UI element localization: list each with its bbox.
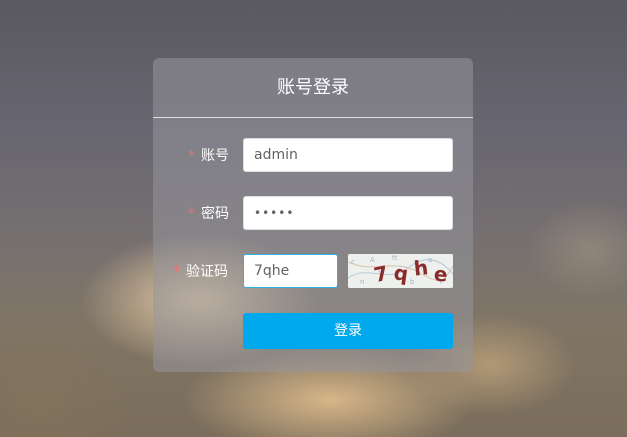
login-button[interactable]: 登录 (243, 313, 453, 349)
required-mark: * (188, 206, 195, 222)
account-input[interactable]: admin (243, 138, 453, 172)
login-title: 账号登录 (153, 58, 473, 118)
required-mark: * (188, 148, 195, 164)
password-label-row: * 密码 (188, 204, 229, 224)
account-label-row: * 账号 (188, 146, 229, 166)
captcha-char: e (433, 262, 448, 287)
captcha-image[interactable]: cnA g tt b arn 7 q h e (348, 254, 453, 288)
captcha-label-row: * 验证码 (173, 262, 228, 282)
captcha-char: h (413, 255, 430, 280)
svg-text:c: c (351, 258, 355, 266)
account-label: 账号 (201, 148, 229, 164)
login-panel: 账号登录 * 账号 admin * 密码 ••••• * 验证码 7qhe cnA g… (153, 58, 473, 372)
svg-text:a: a (428, 256, 432, 264)
svg-text:n: n (360, 278, 364, 286)
password-input[interactable]: ••••• (243, 196, 453, 230)
password-label: 密码 (201, 206, 229, 222)
captcha-input[interactable]: 7qhe (243, 254, 338, 288)
captcha-label: 验证码 (186, 264, 228, 280)
required-mark: * (173, 264, 180, 280)
